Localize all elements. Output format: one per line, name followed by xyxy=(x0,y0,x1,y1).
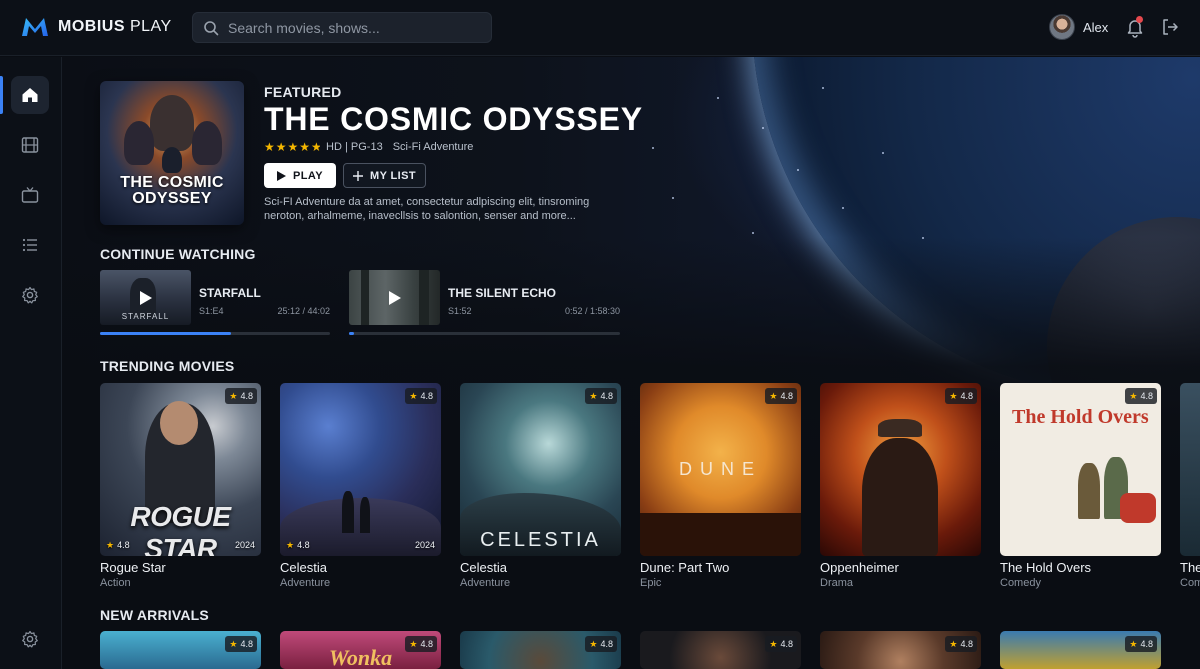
featured-poster-title: THE COSMIC ODYSSEY xyxy=(120,174,224,207)
rating-badge: ★ 4.8 xyxy=(945,388,977,404)
featured-title: THE COSMIC ODYSSEY xyxy=(264,101,643,137)
featured-quality: HD | PG-13 xyxy=(326,141,383,153)
continue-watching-item[interactable]: STARFALL STARFALL S1:E4 25:12 / 44:02 xyxy=(100,270,330,336)
movie-poster: The Hold Overs xyxy=(1000,383,1161,556)
release-year: 2024 xyxy=(414,540,435,550)
movie-poster: ROGUE STAR xyxy=(100,383,261,556)
star-rating: ★★★★★ xyxy=(264,140,321,154)
poster-text: The Hold Overs xyxy=(1012,406,1149,428)
movie-title: Celestia xyxy=(460,560,507,575)
rating-badge: ★ 4.8 xyxy=(225,388,257,404)
section-title-continue-watching: CONTINUE WATCHING xyxy=(100,246,256,262)
plus-icon xyxy=(353,170,363,181)
episode-title: THE SILENT ECHO xyxy=(448,286,557,300)
featured-poster[interactable]: THE COSMIC ODYSSEY xyxy=(100,81,244,225)
play-button[interactable]: PLAY xyxy=(264,163,336,188)
progress-fill xyxy=(349,332,355,335)
movie-poster xyxy=(280,383,441,556)
poster-text: DUNE xyxy=(678,459,762,479)
rating-label: ★ 4.8 xyxy=(286,540,310,550)
rating-badge: ★ 4.8 xyxy=(585,388,617,404)
release-year: 2024 xyxy=(234,540,255,550)
rating-badge: ★ 4.8 xyxy=(405,636,437,652)
movie-title: Celestia xyxy=(280,560,327,575)
movie-title: The Hold Overs xyxy=(1000,560,1092,575)
section-title-trending: TRENDING MOVIES xyxy=(100,358,235,374)
movie-card[interactable]: The Com xyxy=(1180,383,1200,593)
progress-bar xyxy=(100,332,330,335)
play-icon xyxy=(277,170,287,181)
movie-title: The xyxy=(1180,560,1200,575)
movie-genre: Drama xyxy=(820,577,854,589)
rating-badge: ★ 4.8 xyxy=(1125,388,1157,404)
featured-label: FEATURED xyxy=(264,84,342,100)
progress-fill xyxy=(100,332,232,335)
featured-meta: ★★★★★ HD | PG-13 Sci-Fi Adventure xyxy=(264,140,473,154)
progress-bar xyxy=(349,332,620,335)
rating-label: ★ 4.8 xyxy=(106,540,130,550)
rating-badge: ★ 4.8 xyxy=(765,636,797,652)
rating-badge: ★ 4.8 xyxy=(1125,636,1157,652)
featured-genre: Sci-Fi Adventure xyxy=(392,141,474,153)
movie-genre: Adventure xyxy=(280,577,331,589)
poster-text: CELESTIA xyxy=(480,529,601,551)
movie-genre: Com xyxy=(1180,577,1200,589)
watch-time: 25:12 / 44:02 xyxy=(277,306,330,316)
movie-genre: Epic xyxy=(640,577,662,589)
episode-number: S1:E4 xyxy=(199,306,224,316)
rating-badge: ★ 4.8 xyxy=(945,636,977,652)
movie-title: Oppenheimer xyxy=(820,560,899,575)
movie-poster: CELESTIA xyxy=(460,383,621,556)
my-list-button[interactable]: MY LIST xyxy=(343,163,426,188)
section-title-new-arrivals: NEW ARRIVALS xyxy=(100,607,209,623)
episode-title: STARFALL xyxy=(199,286,261,300)
movie-genre: Adventure xyxy=(460,577,511,589)
movie-genre: Action xyxy=(100,577,131,589)
rating-badge: ★ 4.8 xyxy=(405,388,437,404)
rating-badge: ★ 4.8 xyxy=(225,636,257,652)
rating-badge: ★ 4.8 xyxy=(765,388,797,404)
featured-description: Sci-FI Adventure da at amet, consectetur… xyxy=(264,196,590,222)
movie-poster xyxy=(820,383,981,556)
watch-time: 0:52 / 1:58:30 xyxy=(564,306,620,316)
movie-poster: DUNE xyxy=(640,383,801,556)
movie-title: Rogue Star xyxy=(100,560,166,575)
thumbnail-label: STARFALL xyxy=(121,312,170,321)
rating-badge: ★ 4.8 xyxy=(585,636,617,652)
movie-poster xyxy=(1180,383,1200,556)
continue-watching-item[interactable]: THE SILENT ECHO S1:52 0:52 / 1:58:30 xyxy=(349,270,620,336)
episode-number: S1:52 xyxy=(448,306,472,316)
play-overlay-icon[interactable] xyxy=(349,270,440,325)
movie-genre: Comedy xyxy=(1000,577,1041,589)
main-content: THE COSMIC ODYSSEY FEATURED THE COSMIC OD… xyxy=(0,0,1200,669)
movie-title: Dune: Part Two xyxy=(640,560,730,575)
